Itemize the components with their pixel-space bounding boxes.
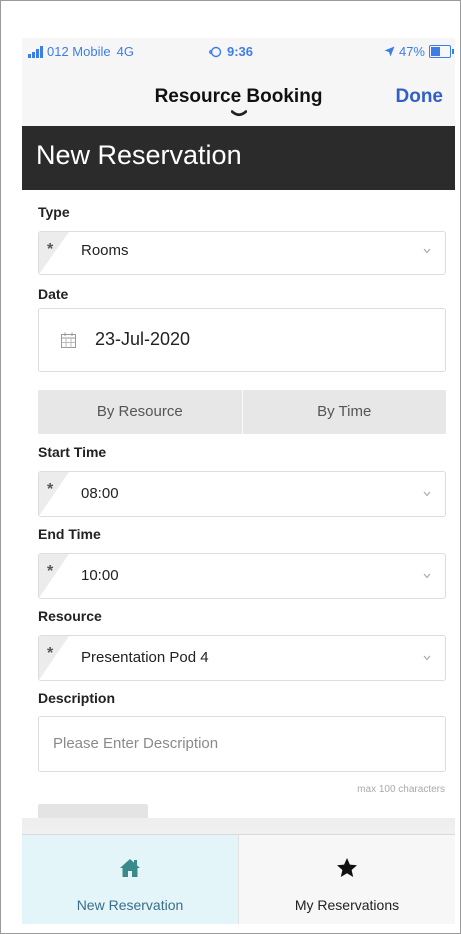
required-asterisk: * [47, 563, 54, 580]
location-arrow-icon [384, 46, 395, 57]
tab-my-reservations[interactable]: My Reservations [238, 835, 455, 924]
tab-label: My Reservations [294, 897, 400, 913]
end-time-value: 10:00 [81, 567, 119, 584]
star-icon [337, 858, 357, 877]
start-time-label: Start Time [38, 444, 107, 460]
page-header: New Reservation [22, 126, 455, 190]
screen-lock-icon [209, 46, 222, 57]
tab-label: New Reservation [76, 897, 184, 913]
description-hint: max 100 characters [357, 784, 445, 795]
status-left: 012 Mobile 4G [28, 44, 134, 59]
chevron-down-icon [423, 248, 431, 254]
description-label: Description [38, 690, 116, 706]
carrier-name: 012 Mobile [47, 44, 111, 59]
chevron-down-icon [423, 655, 431, 661]
resource-label: Resource [38, 608, 102, 624]
chevron-down-icon [423, 491, 431, 497]
home-icon [120, 859, 140, 877]
scroll-shadow [22, 818, 455, 834]
battery-percent: 47% [398, 44, 425, 59]
status-right: 47% [384, 44, 454, 59]
date-field[interactable]: 23-Jul-2020 [38, 308, 446, 372]
resource-value: Presentation Pod 4 [81, 649, 209, 666]
status-center: 9:36 [209, 44, 253, 59]
required-asterisk: * [47, 481, 54, 498]
required-marker-bg [39, 636, 69, 680]
type-value: Rooms [81, 242, 129, 259]
start-time-select[interactable]: * 08:00 [38, 471, 446, 517]
booking-mode-tabs: By Resource By Time [38, 390, 446, 434]
resource-select[interactable]: * Presentation Pod 4 [38, 635, 446, 681]
chevron-down-icon [423, 573, 431, 579]
sheet-grabber-icon[interactable] [231, 110, 247, 118]
end-time-label: End Time [38, 526, 101, 542]
end-time-select[interactable]: * 10:00 [38, 553, 446, 599]
tab-by-time[interactable]: By Time [241, 390, 447, 434]
nav-title: Resource Booking [154, 86, 323, 107]
bottom-tab-bar: New Reservation My Reservations [22, 834, 455, 924]
description-placeholder: Please Enter Description [53, 735, 219, 752]
required-asterisk: * [47, 241, 54, 258]
page-title: New Reservation [36, 140, 242, 170]
date-value: 23-Jul-2020 [95, 329, 191, 349]
status-bar: 012 Mobile 4G 9:36 47% [22, 38, 455, 66]
navigation-bar: Resource Booking Done [22, 66, 455, 126]
calendar-icon [61, 332, 76, 348]
signal-icon [28, 45, 43, 58]
network-type: 4G [116, 44, 134, 59]
required-asterisk: * [47, 645, 54, 662]
description-input[interactable]: Please Enter Description [38, 716, 446, 772]
date-label: Date [38, 286, 69, 302]
start-time-value: 08:00 [81, 485, 119, 502]
required-marker-bg [39, 472, 69, 516]
type-label: Type [38, 204, 70, 220]
tab-new-reservation[interactable]: New Reservation [22, 835, 238, 924]
tab-by-resource[interactable]: By Resource [38, 390, 242, 434]
required-marker-bg [39, 554, 69, 598]
done-button[interactable]: Done [396, 86, 444, 108]
battery-icon [429, 45, 454, 58]
status-time: 9:36 [227, 44, 254, 59]
required-marker-bg [39, 232, 69, 274]
type-select[interactable]: * Rooms [38, 231, 446, 275]
phone-screen: 012 Mobile 4G 9:36 47% Resource Booking … [22, 38, 455, 924]
